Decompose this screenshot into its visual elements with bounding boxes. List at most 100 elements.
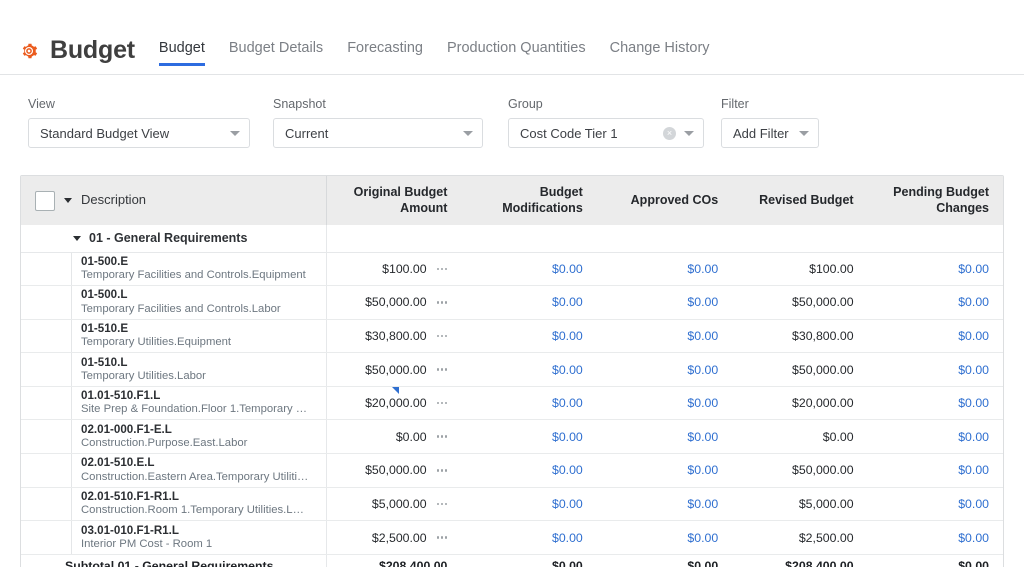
cell-original-budget-amount[interactable]: $2,500.00 <box>326 520 462 555</box>
column-header-pending-budget-changes[interactable]: Pending Budget Changes <box>867 176 1003 225</box>
table-header-row: Description Original Budget Amount Budge… <box>21 176 1003 225</box>
row-description: Temporary Utilities.Labor <box>81 369 206 382</box>
tab-change-history[interactable]: Change History <box>610 40 710 66</box>
chevron-down-icon <box>799 130 809 136</box>
main-tabs: Budget Budget Details Forecasting Produc… <box>158 40 710 66</box>
tab-budget-details[interactable]: Budget Details <box>229 40 323 66</box>
cell-pending-budget-changes[interactable]: $0.00 <box>867 386 1003 421</box>
ellipsis-horizontal-icon[interactable] <box>436 536 448 539</box>
ellipsis-horizontal-icon[interactable] <box>436 368 448 371</box>
chevron-down-icon[interactable] <box>64 198 72 203</box>
tab-budget[interactable]: Budget <box>158 40 205 66</box>
table-row[interactable]: 02.01-000.F1-E.L Construction.Purpose.Eas… <box>21 419 1003 455</box>
table-row[interactable]: 02.01-510.F1-R1.L Construction.Room 1.Tem… <box>21 487 1003 522</box>
cell-original-budget-amount[interactable]: $30,800.00 <box>326 319 462 354</box>
snapshot-label: Snapshot <box>273 97 326 111</box>
ellipsis-horizontal-icon[interactable] <box>436 401 448 405</box>
header-line-2: Changes <box>936 200 989 215</box>
tab-production-quantities[interactable]: Production Quantities <box>447 40 586 66</box>
table-row[interactable]: 01-500.L Temporary Facilities and Control… <box>21 285 1003 320</box>
cell-budget-modifications[interactable]: $0.00 <box>461 487 597 522</box>
table-row[interactable]: 01-500.E Temporary Facilities and Control… <box>21 252 1003 287</box>
row-description-cell: 02.01-000.F1-E.L Construction.Purpose.Eas… <box>21 419 327 455</box>
cell-budget-modifications[interactable]: $0.00 <box>461 252 597 287</box>
ellipsis-horizontal-icon[interactable] <box>436 334 448 338</box>
cell-pending-budget-changes[interactable]: $0.00 <box>867 487 1003 522</box>
cell-pending-budget-changes[interactable]: $0.00 <box>867 520 1003 555</box>
row-description: Site Prep & Foundation.Floor 1.Temporary… <box>81 403 310 416</box>
group-row-spacer <box>326 225 462 253</box>
cell-pending-budget-changes[interactable]: $0.00 <box>867 285 1003 320</box>
cell-revised-budget: $5,000.00 <box>732 487 868 522</box>
page-header: Budget Budget Budget Details Forecasting… <box>0 0 1024 74</box>
tab-forecasting[interactable]: Forecasting <box>347 40 423 66</box>
cell-original-budget-amount[interactable]: $0.00 <box>326 419 462 455</box>
cell-approved-cos[interactable]: $0.00 <box>596 285 733 320</box>
view-select[interactable]: Standard Budget View <box>28 118 250 148</box>
cell-approved-cos[interactable]: $0.00 <box>596 352 733 387</box>
header-line-1: Original Budget <box>353 184 448 199</box>
row-description-cell: 01-510.E Temporary Utilities.Equipment <box>21 319 327 354</box>
cell-revised-budget: $0.00 <box>732 419 868 455</box>
cell-original-budget-amount[interactable]: $50,000.00 <box>326 285 462 320</box>
cell-original-budget-amount[interactable]: $50,000.00 <box>326 352 462 387</box>
cell-budget-modifications[interactable]: $0.00 <box>461 453 597 488</box>
group-select[interactable]: Cost Code Tier 1 × <box>508 118 704 148</box>
column-header-budget-modifications[interactable]: Budget Modifications <box>461 176 597 225</box>
cell-budget-modifications[interactable]: $0.00 <box>461 352 597 387</box>
cell-value: $5,000.00 <box>371 496 427 511</box>
cell-pending-budget-changes[interactable]: $0.00 <box>867 319 1003 354</box>
cell-budget-modifications[interactable]: $0.00 <box>461 386 597 421</box>
cell-approved-cos[interactable]: $0.00 <box>596 419 733 455</box>
cell-revised-budget: $2,500.00 <box>732 520 868 555</box>
row-description: Temporary Facilities and Controls.Labor <box>81 302 281 315</box>
row-description-cell: 01.01-510.F1.L Site Prep & Foundation.Flo… <box>21 386 327 421</box>
snapshot-select[interactable]: Current <box>273 118 483 148</box>
cell-original-budget-amount[interactable]: $50,000.00 <box>326 453 462 488</box>
table-row[interactable]: 02.01-510.E.L Construction.Eastern Area.T… <box>21 453 1003 488</box>
ellipsis-horizontal-icon[interactable] <box>436 267 448 271</box>
chevron-down-icon[interactable] <box>73 235 81 241</box>
cell-budget-modifications[interactable]: $0.00 <box>461 520 597 555</box>
group-label: Group <box>508 97 543 111</box>
group-row[interactable]: 01 - General Requirements <box>21 225 1003 253</box>
cell-approved-cos[interactable]: $0.00 <box>596 319 733 354</box>
cell-pending-budget-changes[interactable]: $0.00 <box>867 352 1003 387</box>
cell-original-budget-amount[interactable]: $20,000.00 <box>326 386 462 421</box>
table-row[interactable]: 01.01-510.F1.L Site Prep & Foundation.Flo… <box>21 386 1003 421</box>
cell-budget-modifications[interactable]: $0.00 <box>461 285 597 320</box>
cell-pending-budget-changes[interactable]: $0.00 <box>867 453 1003 488</box>
cell-pending-budget-changes[interactable]: $0.00 <box>867 252 1003 287</box>
table-row[interactable]: 01-510.L Temporary Utilities.Labor $50,000… <box>21 352 1003 387</box>
cell-approved-cos[interactable]: $0.00 <box>596 520 733 555</box>
snapshot-select-value: Current <box>285 125 329 141</box>
cell-approved-cos[interactable]: $0.00 <box>596 453 733 488</box>
cell-approved-cos[interactable]: $0.00 <box>596 386 733 421</box>
cell-original-budget-amount[interactable]: $5,000.00 <box>326 487 462 522</box>
cell-approved-cos[interactable]: $0.00 <box>596 252 733 287</box>
table-row[interactable]: 01-510.E Temporary Utilities.Equipment $30… <box>21 319 1003 354</box>
subtotal-row: Subtotal 01 - General Requirements $208,… <box>21 553 1003 567</box>
add-filter-button[interactable]: Add Filter <box>721 118 819 148</box>
select-all-checkbox[interactable] <box>35 190 55 211</box>
ellipsis-horizontal-icon[interactable] <box>436 301 448 304</box>
ellipsis-horizontal-icon[interactable] <box>436 435 448 439</box>
table-row[interactable]: 03.01-010.F1-R1.L Interior PM Cost - Room… <box>21 520 1003 555</box>
cell-approved-cos[interactable]: $0.00 <box>596 487 733 522</box>
row-description: Construction.Eastern Area.Temporary Util… <box>81 470 310 483</box>
clear-icon[interactable]: × <box>663 126 676 140</box>
ellipsis-horizontal-icon[interactable] <box>436 502 448 506</box>
cell-original-budget-amount[interactable]: $100.00 <box>326 252 462 287</box>
row-description-cell: 02.01-510.E.L Construction.Eastern Area.T… <box>21 453 327 488</box>
group-row-spacer <box>732 225 868 253</box>
cell-budget-modifications[interactable]: $0.00 <box>461 319 597 354</box>
cell-value: $20,000.00 <box>365 396 427 411</box>
column-header-original-budget-amount[interactable]: Original Budget Amount <box>326 176 462 225</box>
cell-budget-modifications[interactable]: $0.00 <box>461 419 597 455</box>
cell-revised-budget: $50,000.00 <box>732 453 868 488</box>
cell-pending-budget-changes[interactable]: $0.00 <box>867 419 1003 455</box>
column-header-revised-budget[interactable]: Revised Budget <box>732 176 868 225</box>
ellipsis-horizontal-icon[interactable] <box>436 469 448 472</box>
column-header-approved-cos[interactable]: Approved COs <box>596 176 733 225</box>
